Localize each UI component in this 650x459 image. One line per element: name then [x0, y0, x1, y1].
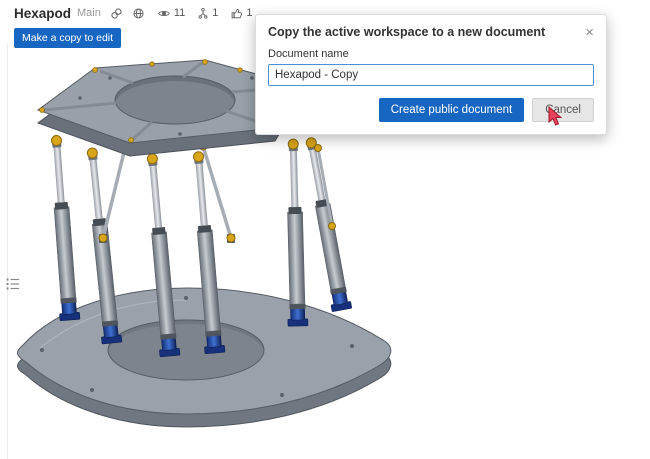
forks-count: 1 — [212, 7, 219, 19]
views-stat: 11 — [157, 7, 185, 20]
views-count: 11 — [173, 7, 186, 19]
create-public-document-button[interactable]: Create public document — [378, 98, 525, 122]
dialog-title: Copy the active workspace to a new docum… — [268, 25, 546, 39]
public-globe-icon — [132, 7, 145, 20]
make-copy-button[interactable]: Make a copy to edit — [14, 28, 122, 48]
workspace-name: Main — [77, 7, 101, 19]
likes-stat[interactable]: 1 — [230, 7, 253, 20]
eye-icon — [157, 7, 171, 20]
fork-icon — [197, 7, 209, 20]
likes-count: 1 — [246, 7, 253, 19]
dialog-header: Copy the active workspace to a new docum… — [256, 15, 606, 44]
feature-list-toggle-icon[interactable] — [5, 276, 21, 292]
forks-stat: 1 — [197, 7, 218, 20]
document-name-label: Document name — [268, 48, 349, 60]
copy-workspace-dialog: Copy the active workspace to a new docum… — [255, 14, 607, 135]
close-icon[interactable]: × — [577, 25, 594, 40]
document-title: Hexapod — [14, 5, 72, 21]
cancel-button[interactable]: Cancel — [532, 98, 594, 122]
thumbs-up-icon[interactable] — [230, 7, 243, 20]
dialog-body: Document name — [256, 44, 606, 86]
dialog-footer: Create public document Cancel — [256, 86, 606, 134]
document-name-input[interactable] — [268, 64, 594, 86]
share-link-icon[interactable] — [110, 7, 123, 20]
